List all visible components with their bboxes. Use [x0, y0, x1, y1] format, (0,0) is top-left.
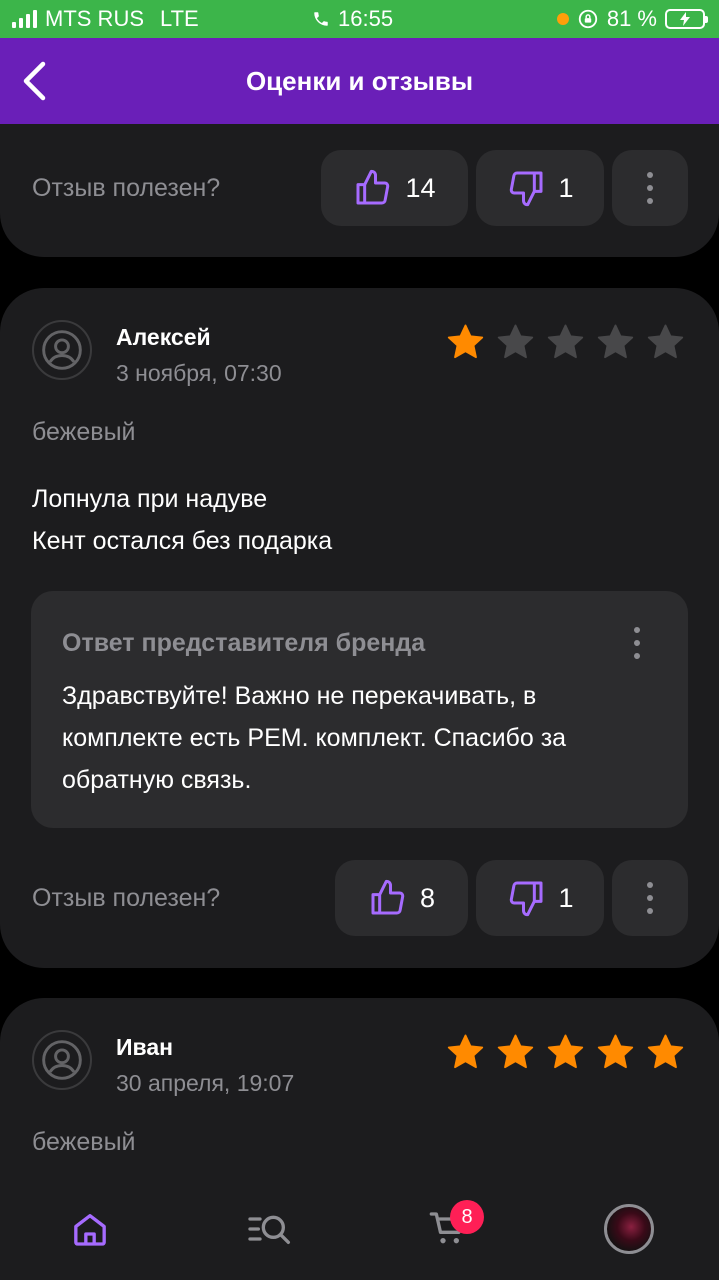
like-button[interactable]: 14	[321, 150, 468, 226]
review-date: 3 ноября, 07:30	[116, 360, 282, 386]
cart-badge: 8	[450, 1200, 484, 1234]
rating-stars	[444, 321, 687, 363]
privacy-indicator-icon	[556, 13, 569, 25]
page-title: Оценки и отзывы	[245, 65, 474, 96]
home-icon	[74, 1214, 106, 1246]
review-text: Лопнула при надуве Кент остался без пода…	[32, 478, 672, 562]
helpful-row: Отзыв полезен? 14 1	[0, 150, 719, 226]
helpful-row: Отзыв полезен? 8 1	[0, 860, 719, 936]
more-options-button[interactable]	[612, 150, 688, 226]
dislike-button[interactable]: 1	[476, 150, 604, 226]
star-icon-empty	[597, 324, 634, 359]
chevron-left-icon	[23, 61, 46, 101]
network-type: LTE	[160, 6, 199, 31]
star-icon-filled	[497, 1034, 534, 1069]
helpful-label: Отзыв полезен?	[32, 883, 221, 912]
dislike-button[interactable]: 1	[476, 860, 604, 936]
catalog-search-icon	[248, 1215, 290, 1244]
product-variant: бежевый	[32, 1128, 136, 1156]
back-button[interactable]	[12, 56, 56, 106]
phone-icon	[314, 12, 328, 26]
avatar	[32, 320, 92, 380]
review-author: Алексей	[116, 324, 211, 350]
user-icon	[42, 330, 82, 370]
brand-reply-more-button[interactable]	[634, 627, 640, 659]
review-card: Отзыв полезен? 14 1	[0, 124, 719, 257]
star-icon-filled	[547, 1034, 584, 1069]
star-icon-empty	[497, 324, 534, 359]
product-variant: бежевый	[32, 418, 136, 446]
dislike-count: 1	[558, 882, 574, 913]
rotation-lock-icon	[578, 9, 598, 29]
star-icon-empty	[647, 324, 684, 359]
nav-profile[interactable]	[599, 1204, 659, 1254]
more-vertical-icon	[634, 627, 640, 659]
signal-icon	[12, 10, 37, 28]
status-right: 81 %	[556, 0, 708, 38]
brand-reply-title: Ответ представителя бренда	[62, 629, 426, 657]
nav-catalog[interactable]	[240, 1204, 300, 1254]
battery-icon	[665, 9, 708, 29]
thumbs-down-icon	[510, 171, 543, 207]
more-vertical-icon	[647, 882, 653, 914]
profile-avatar	[604, 1204, 654, 1254]
avatar	[32, 1030, 92, 1090]
helpful-label: Отзыв полезен?	[32, 173, 221, 202]
brand-reply-text: Здравствуйте! Важно не перекачивать, в к…	[62, 682, 567, 794]
status-center: 16:55	[312, 0, 393, 38]
thumbs-up-icon	[356, 169, 390, 205]
star-icon-empty	[547, 324, 584, 359]
battery-percent: 81 %	[606, 6, 657, 31]
clock: 16:55	[338, 6, 394, 31]
more-options-button[interactable]	[612, 860, 688, 936]
status-bar: MTS RUS LTE 16:55 81 %	[0, 0, 719, 38]
bottom-navigation: 8	[0, 1186, 719, 1280]
status-left: MTS RUS LTE	[12, 0, 199, 38]
dislike-count: 1	[558, 172, 574, 203]
review-text-line: Лопнула при надуве	[32, 485, 268, 513]
user-icon	[42, 1040, 82, 1080]
like-count: 14	[405, 172, 436, 203]
nav-home[interactable]	[60, 1204, 120, 1254]
rating-stars	[444, 1031, 687, 1073]
review-text-line: Кент остался без подарка	[32, 527, 333, 555]
review-date: 30 апреля, 19:07	[116, 1070, 295, 1096]
review-card: Алексей 3 ноября, 07:30 бежевый Лопнула …	[0, 288, 719, 968]
thumbs-up-icon	[371, 879, 405, 915]
review-author: Иван	[116, 1034, 174, 1060]
carrier-name: MTS RUS	[45, 6, 144, 31]
more-vertical-icon	[647, 172, 653, 204]
app-bar: Оценки и отзывы	[0, 38, 719, 124]
star-icon-filled	[647, 1034, 684, 1069]
like-count: 8	[419, 882, 436, 913]
brand-reply: Ответ представителя бренда Здравствуйте!…	[31, 591, 688, 828]
star-icon-filled	[447, 1034, 484, 1069]
thumbs-down-icon	[510, 881, 543, 917]
star-icon-filled	[447, 324, 484, 359]
like-button[interactable]: 8	[335, 860, 468, 936]
star-icon-filled	[597, 1034, 634, 1069]
